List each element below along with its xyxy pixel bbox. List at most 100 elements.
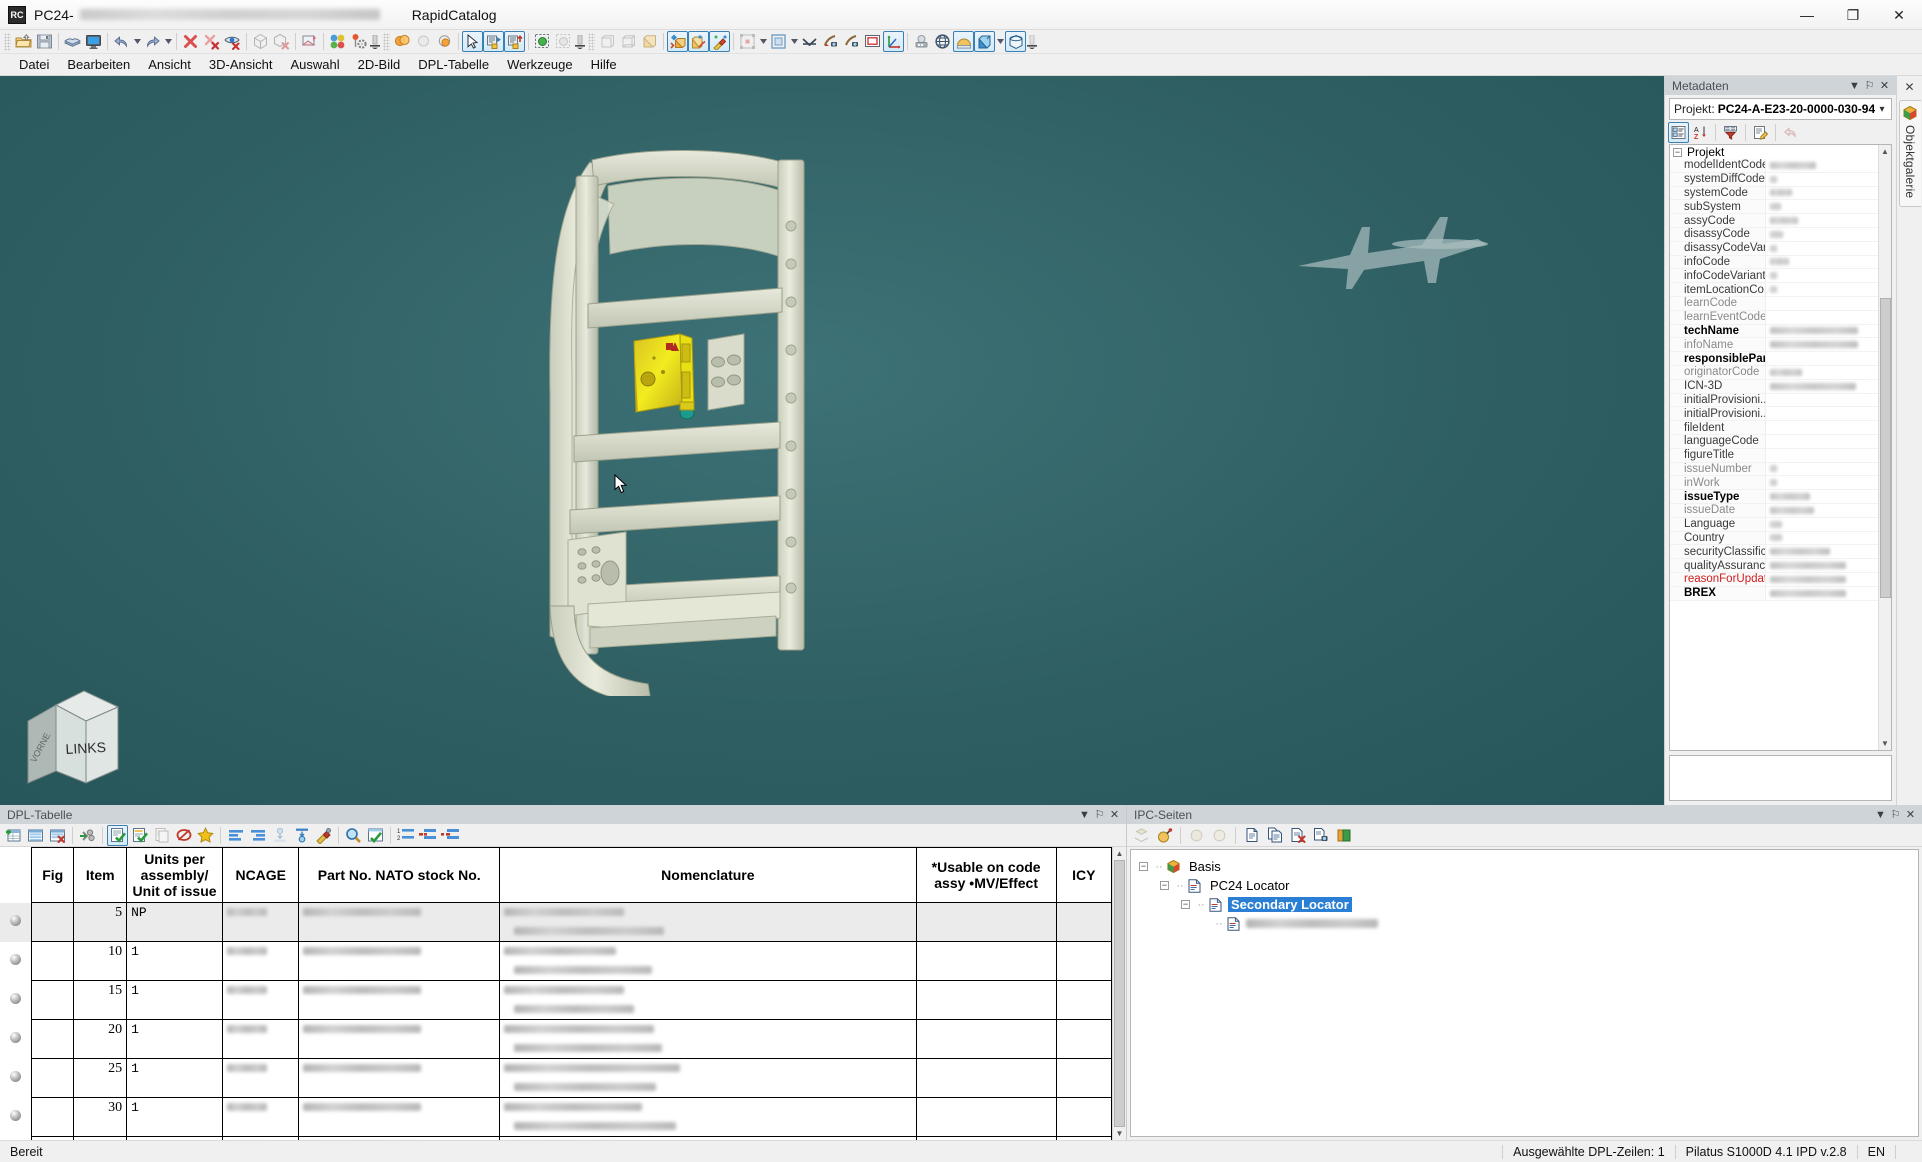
validate-icon[interactable] xyxy=(129,825,150,846)
metadata-value[interactable] xyxy=(1766,506,1878,514)
delete-icon[interactable] xyxy=(180,31,201,52)
unfold-icon[interactable] xyxy=(299,31,320,52)
menu-werkzeuge[interactable]: Werkzeuge xyxy=(498,55,582,74)
doc-icon[interactable] xyxy=(1241,825,1262,846)
dpl-header-units[interactable]: Units per assembly/ Unit of issue xyxy=(126,847,223,904)
metadata-value[interactable] xyxy=(1766,534,1878,542)
metadata-value[interactable] xyxy=(1766,368,1878,376)
metadata-row[interactable]: originatorCode xyxy=(1670,365,1878,380)
cell-nomenclature[interactable] xyxy=(498,941,917,982)
metadata-row[interactable]: infoName xyxy=(1670,338,1878,353)
globe-icon[interactable] xyxy=(932,31,953,52)
menu-ansicht[interactable]: Ansicht xyxy=(139,55,200,74)
row-select-bullet[interactable] xyxy=(0,942,32,981)
mesh-delete-icon[interactable] xyxy=(271,31,292,52)
edit-rows-icon[interactable] xyxy=(25,825,46,846)
explode-icon[interactable] xyxy=(667,31,688,52)
cell-fig[interactable] xyxy=(31,1019,75,1060)
menu-2d-bild[interactable]: 2D-Bild xyxy=(349,55,410,74)
cell-nomenclature[interactable] xyxy=(498,980,917,1021)
cell-ncage[interactable] xyxy=(221,1058,300,1099)
metadata-row[interactable]: initialProvisioni... xyxy=(1670,407,1878,422)
cell-units[interactable]: NP xyxy=(126,902,223,943)
toolbar-overflow-3-icon[interactable] xyxy=(1026,31,1038,52)
metadata-list[interactable]: − Projekt modelIdentCode systemDiffCode sy… xyxy=(1669,144,1892,751)
sort-az-icon[interactable]: AZ xyxy=(1690,122,1711,143)
project-selector[interactable]: Projekt: PC24-A-E23-20-0000-030-941A-A ▾ xyxy=(1669,98,1892,120)
metadata-row[interactable]: itemLocationCo... xyxy=(1670,283,1878,297)
fireworks-icon[interactable] xyxy=(709,31,730,52)
cell-fig[interactable] xyxy=(31,902,75,943)
cell-usable-on-code[interactable] xyxy=(915,902,1057,943)
fit-dropdown-icon[interactable] xyxy=(789,31,799,52)
metadata-value[interactable] xyxy=(1766,244,1878,252)
metadata-row[interactable]: modelIdentCode xyxy=(1670,159,1878,173)
book-green-icon[interactable] xyxy=(1333,825,1354,846)
metadata-row[interactable]: qualityAssurance xyxy=(1670,559,1878,573)
cell-usable-on-code[interactable] xyxy=(915,1097,1057,1138)
scroll-down-icon[interactable]: ▼ xyxy=(1879,737,1892,750)
bbox-icon[interactable] xyxy=(737,31,758,52)
metadata-row[interactable]: issueDate xyxy=(1670,503,1878,518)
cell-nomenclature[interactable] xyxy=(498,1097,917,1138)
dpl-header-item[interactable]: Item xyxy=(73,847,128,904)
cell-icy[interactable] xyxy=(1055,1019,1112,1060)
cell-units[interactable]: 1 xyxy=(126,1019,223,1060)
menu-auswahl[interactable]: Auswahl xyxy=(281,55,348,74)
cell-icy[interactable] xyxy=(1055,980,1112,1021)
metadata-row[interactable]: responsiblePart... xyxy=(1670,352,1878,366)
sphere-orange-icon[interactable] xyxy=(392,31,413,52)
cell-icy[interactable] xyxy=(1055,1097,1112,1138)
table-row[interactable]: 5 NP xyxy=(0,902,1112,943)
metadata-value[interactable] xyxy=(1766,327,1878,335)
table-row[interactable]: 20 1 xyxy=(0,1019,1112,1060)
sphere-amber-icon[interactable] xyxy=(434,31,455,52)
bbox-dropdown-icon[interactable] xyxy=(758,31,768,52)
tree-node[interactable]: − ·· Secondary Locator xyxy=(1139,895,1918,914)
table-row[interactable]: 15 1 xyxy=(0,980,1112,1021)
table-row[interactable]: 30 1 xyxy=(0,1097,1112,1138)
ipc-dropdown-icon[interactable]: ▼ xyxy=(1873,807,1888,822)
metadata-row[interactable]: infoCode xyxy=(1670,255,1878,270)
edit-props-icon[interactable] xyxy=(1750,122,1771,143)
minimize-button[interactable]: — xyxy=(1784,0,1830,30)
menu-datei[interactable]: Datei xyxy=(10,55,58,74)
assembly-arrow-icon[interactable] xyxy=(688,31,709,52)
open-folder-icon[interactable] xyxy=(13,31,34,52)
cell-units[interactable]: 1 xyxy=(126,1058,223,1099)
dpl-header-icy[interactable]: ICY xyxy=(1055,847,1112,904)
metadata-row[interactable]: fileIdent xyxy=(1670,421,1878,435)
toolbar-overflow-icon[interactable] xyxy=(369,31,381,52)
3d-viewport[interactable]: LINKS VORNE xyxy=(0,76,1664,805)
menu-dpl-tabelle[interactable]: DPL-Tabelle xyxy=(409,55,498,74)
delete-selected-icon[interactable] xyxy=(201,31,222,52)
box-solid-icon[interactable] xyxy=(639,31,660,52)
cell-fig[interactable] xyxy=(31,941,75,982)
check-table-icon[interactable] xyxy=(365,825,386,846)
metadata-value[interactable] xyxy=(1766,548,1878,556)
insert-node-up-icon[interactable] xyxy=(504,31,525,52)
scroll-up-icon[interactable]: ▲ xyxy=(1879,145,1892,158)
metadata-row[interactable]: learnCode xyxy=(1670,296,1878,311)
cell-item[interactable]: 25 xyxy=(73,1058,128,1099)
box-wire-icon[interactable] xyxy=(597,31,618,52)
row-select-bullet[interactable] xyxy=(0,981,32,1020)
cell-partno[interactable] xyxy=(298,941,500,982)
cell-partno[interactable] xyxy=(298,902,500,943)
cell-units[interactable]: 1 xyxy=(126,941,223,982)
row-select-bullet[interactable] xyxy=(0,1098,32,1137)
dpl-header-ncage[interactable]: NCAGE xyxy=(221,847,300,904)
maximize-button[interactable]: ❐ xyxy=(1830,0,1876,30)
toolbar-grip-3[interactable] xyxy=(588,32,595,51)
balloon-settings-icon[interactable] xyxy=(348,31,369,52)
find-icon[interactable] xyxy=(343,825,364,846)
cell-partno[interactable] xyxy=(298,980,500,1021)
cell-ncage[interactable] xyxy=(221,941,300,982)
table-row[interactable]: 25 1 xyxy=(0,1058,1112,1099)
book-icon[interactable] xyxy=(62,31,83,52)
dpl-dropdown-icon[interactable]: ▼ xyxy=(1077,807,1092,822)
cell-icy[interactable] xyxy=(1055,902,1112,943)
dpl-header-usable[interactable]: *Usable on code assy •MV/Effect xyxy=(915,847,1057,904)
metadata-value[interactable] xyxy=(1766,258,1878,266)
metadata-pin-icon[interactable]: ⚐ xyxy=(1862,78,1877,93)
